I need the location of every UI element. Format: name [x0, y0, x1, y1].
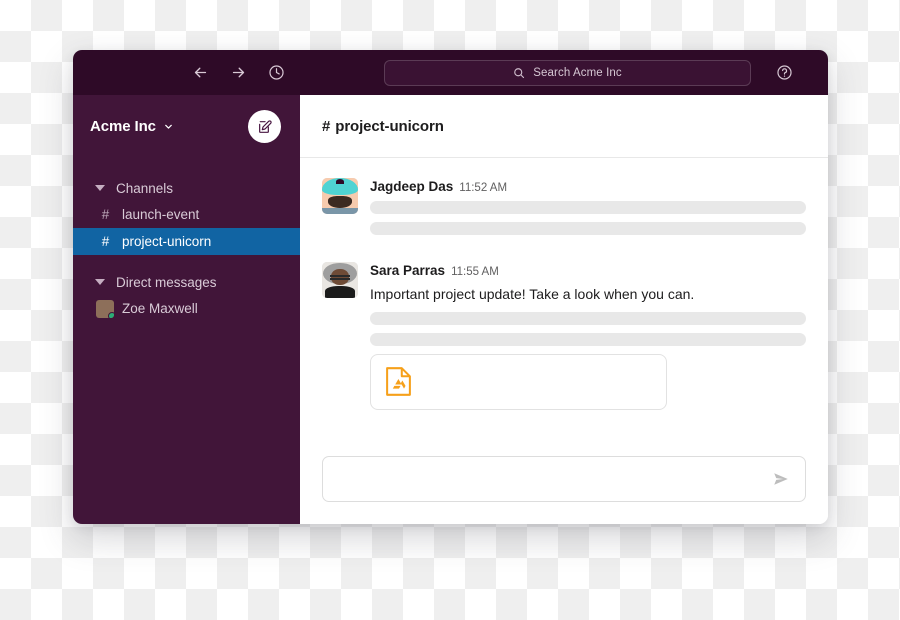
- sidebar-item-label: launch-event: [122, 207, 200, 222]
- search-icon: [513, 67, 525, 79]
- sidebar-section-label: Channels: [116, 180, 174, 196]
- sidebar-item-label: project-unicorn: [122, 234, 212, 249]
- message-input[interactable]: [337, 471, 771, 487]
- message-meta: Jagdeep Das 11:52 AM: [370, 179, 806, 194]
- message-item: Sara Parras 11:55 AM Important project u…: [300, 262, 828, 410]
- window-body: Acme Inc Channels # launch-event # proje…: [73, 95, 828, 524]
- clock-icon[interactable]: [266, 63, 286, 83]
- message-meta: Sara Parras 11:55 AM: [370, 263, 806, 278]
- message-timestamp: 11:55 AM: [451, 266, 499, 278]
- sidebar-section-channels[interactable]: Channels: [73, 175, 300, 201]
- message-skeleton-line: [370, 311, 806, 325]
- sidebar-item-project-unicorn[interactable]: # project-unicorn: [73, 228, 300, 255]
- help-circle-icon[interactable]: [774, 63, 794, 83]
- caret-down-icon: [95, 185, 105, 191]
- navigation-controls: [190, 63, 286, 83]
- message-author[interactable]: Sara Parras: [370, 263, 445, 278]
- chevron-down-icon[interactable]: [163, 121, 174, 132]
- app-window: Search Acme Inc Acme Inc Channels # laun…: [73, 50, 828, 524]
- sidebar-sections: Channels # launch-event # project-unicor…: [73, 158, 300, 322]
- sidebar: Acme Inc Channels # launch-event # proje…: [73, 95, 300, 524]
- message-skeleton-line: [370, 222, 806, 235]
- composer-wrapper: [300, 456, 828, 524]
- google-drive-file-icon: [385, 366, 414, 397]
- file-attachment-card[interactable]: [370, 353, 667, 410]
- sidebar-item-launch-event[interactable]: # launch-event: [73, 201, 300, 228]
- compose-pencil-icon[interactable]: [248, 110, 281, 143]
- message-body: Sara Parras 11:55 AM Important project u…: [370, 262, 806, 410]
- message-text: Important project update! Take a look wh…: [370, 286, 695, 302]
- channel-header: # project-unicorn: [300, 95, 828, 158]
- workspace-name: Acme Inc: [90, 118, 156, 135]
- page-title: # project-unicorn: [322, 118, 444, 135]
- sidebar-section-direct-messages[interactable]: Direct messages: [73, 269, 300, 295]
- top-bar: Search Acme Inc: [73, 50, 828, 95]
- workspace-header[interactable]: Acme Inc: [73, 95, 300, 158]
- avatar: [96, 299, 114, 318]
- message-skeleton-line: [370, 332, 806, 346]
- message-body: Jagdeep Das 11:52 AM: [370, 178, 806, 243]
- hash-icon: #: [101, 234, 110, 249]
- avatar[interactable]: [322, 262, 358, 298]
- hash-icon: #: [101, 207, 110, 222]
- search-placeholder-text: Search Acme Inc: [533, 66, 622, 79]
- message-composer[interactable]: [322, 456, 806, 502]
- hash-icon: #: [322, 117, 331, 135]
- search-input[interactable]: Search Acme Inc: [384, 59, 751, 86]
- avatar[interactable]: [322, 178, 358, 214]
- channel-title-text: project-unicorn: [335, 117, 444, 135]
- arrow-right-icon[interactable]: [228, 63, 248, 83]
- sidebar-item-label: Zoe Maxwell: [122, 301, 198, 316]
- sidebar-item-zoe-maxwell[interactable]: Zoe Maxwell: [73, 295, 300, 322]
- sidebar-section-label: Direct messages: [116, 274, 217, 290]
- message-skeleton-line: [370, 201, 806, 214]
- presence-indicator: [108, 311, 114, 318]
- message-list: Jagdeep Das 11:52 AM Sara Parras 11:55 A…: [300, 158, 828, 456]
- arrow-left-icon[interactable]: [190, 63, 210, 83]
- message-author[interactable]: Jagdeep Das: [370, 179, 453, 194]
- message-item: Jagdeep Das 11:52 AM: [300, 178, 828, 243]
- send-paper-plane-icon[interactable]: [771, 469, 791, 489]
- message-timestamp: 11:52 AM: [459, 182, 508, 194]
- caret-down-icon: [95, 279, 105, 285]
- main-panel: # project-unicorn Jagdeep Das 11:52 AM S…: [300, 95, 828, 524]
